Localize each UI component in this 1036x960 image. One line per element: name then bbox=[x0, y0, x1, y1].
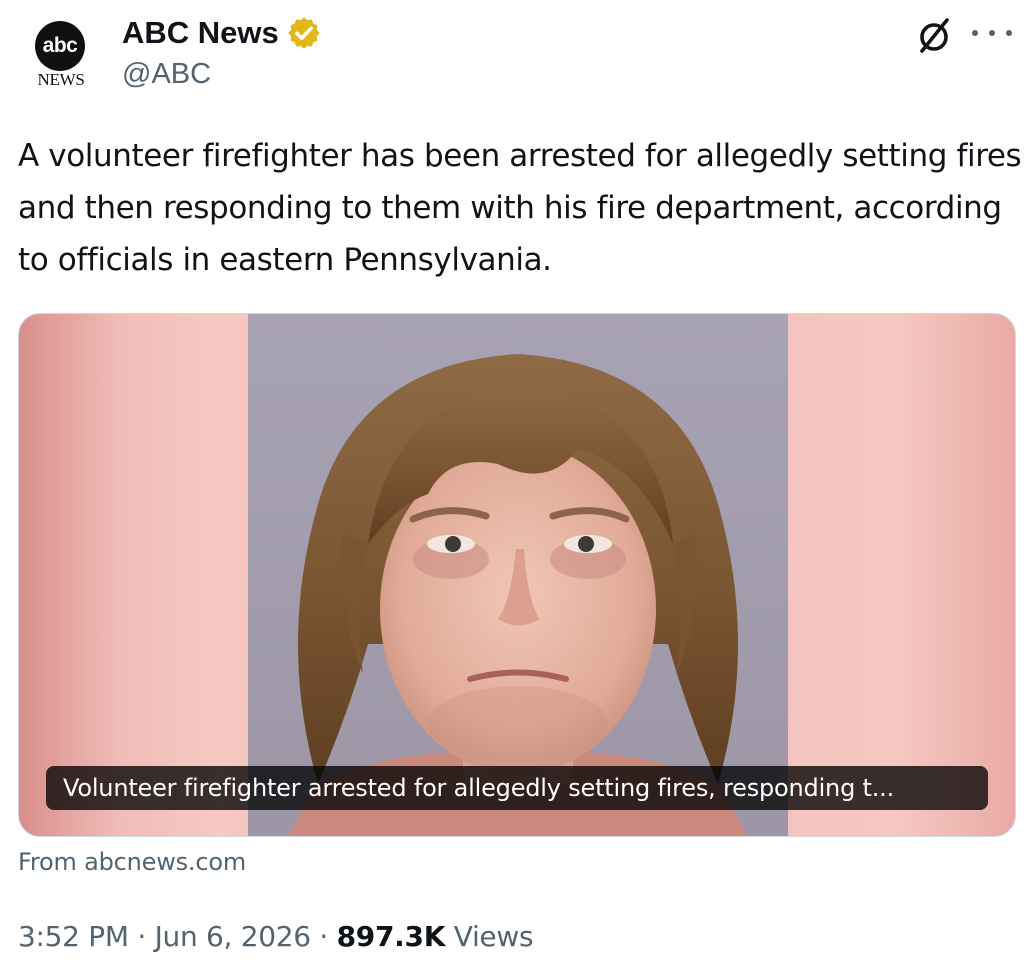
tweet-meta: 3:52 PM · Jun 6, 2026 · 897.3K Views bbox=[18, 920, 534, 953]
tweet-time[interactable]: 3:52 PM bbox=[18, 920, 129, 953]
author-display-name[interactable]: ABC News bbox=[122, 15, 279, 51]
avatar[interactable]: abc NEWS bbox=[20, 10, 106, 96]
mugshot-image bbox=[288, 354, 748, 836]
card-source[interactable]: From abcnews.com bbox=[18, 848, 246, 876]
card-photo bbox=[248, 314, 788, 836]
abc-logo-subtext: NEWS bbox=[37, 70, 85, 89]
tweet-date[interactable]: Jun 6, 2026 bbox=[155, 920, 312, 953]
link-card[interactable]: Volunteer firefighter arrested for alleg… bbox=[18, 313, 1016, 837]
grok-icon[interactable] bbox=[913, 14, 955, 56]
tweet-text: A volunteer firefighter has been arreste… bbox=[18, 138, 1022, 278]
meta-separator: · bbox=[137, 920, 146, 953]
more-dots-icon[interactable] bbox=[972, 18, 1012, 48]
card-caption[interactable]: Volunteer firefighter arrested for alleg… bbox=[46, 766, 988, 810]
views-label: Views bbox=[453, 920, 534, 953]
verified-badge-icon[interactable] bbox=[286, 15, 322, 51]
author-handle[interactable]: @ABC bbox=[122, 58, 211, 91]
meta-separator: · bbox=[319, 920, 329, 953]
views-count[interactable]: 897.3K bbox=[337, 920, 446, 953]
author-name-row: ABC News bbox=[122, 14, 322, 52]
abc-logo-icon: abc bbox=[35, 21, 85, 71]
tweet: abc NEWS ABC News @ABC A volunteer firef… bbox=[0, 0, 1036, 960]
